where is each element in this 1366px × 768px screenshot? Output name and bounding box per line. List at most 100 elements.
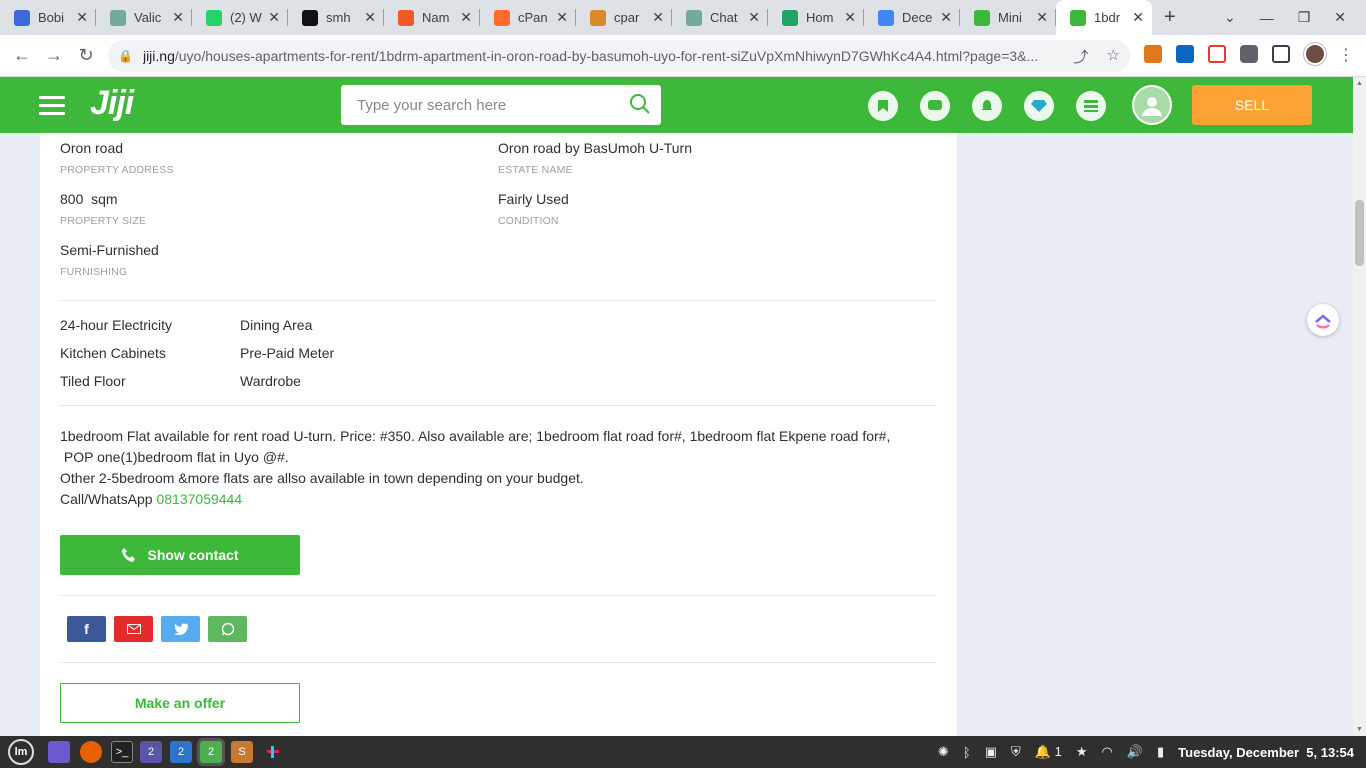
share-email-button[interactable] [114, 616, 153, 642]
tab-favicon-icon [590, 9, 606, 26]
diamond-premium-icon[interactable] [1024, 91, 1054, 121]
wifi-icon[interactable]: ◠ [1101, 744, 1112, 760]
hamburger-menu-icon[interactable] [39, 96, 65, 120]
tab-close-icon[interactable]: ✕ [1132, 9, 1144, 26]
tab-close-icon[interactable]: ✕ [556, 9, 568, 26]
tab-close-icon[interactable]: ✕ [748, 9, 760, 26]
tab-search-icon[interactable]: ⌄ [1224, 9, 1236, 26]
battery-icon[interactable]: ▮ [1157, 744, 1164, 760]
slack-icon[interactable] [262, 741, 284, 763]
tab-close-icon[interactable]: ✕ [460, 9, 472, 26]
browser-tab[interactable]: Dece ✕ [864, 0, 960, 35]
minimize-icon[interactable]: — [1260, 10, 1274, 26]
share-whatsapp-button[interactable] [208, 616, 247, 642]
divider [60, 595, 936, 596]
new-tab-icon[interactable]: + [1164, 6, 1176, 29]
bluetooth-icon[interactable]: ᛒ [963, 745, 971, 760]
shield-icon[interactable]: ⛨ [1011, 744, 1021, 760]
browser-tab[interactable]: Hom ✕ [768, 0, 864, 35]
divider [60, 405, 936, 406]
linux-mint-menu-icon[interactable]: lm [8, 739, 34, 765]
close-window-icon[interactable]: ✕ [1334, 9, 1346, 26]
browser-tab[interactable]: (2) W ✕ [192, 0, 288, 35]
address-bar[interactable]: 🔒 jiji.ng/uyo/houses-apartments-for-rent… [108, 40, 1130, 72]
messages-icon[interactable] [920, 91, 950, 121]
user-avatar[interactable] [1132, 85, 1172, 125]
maximize-icon[interactable]: ❐ [1298, 9, 1311, 26]
attribute-property-size: 800 sqm PROPERTY SIZE [60, 191, 147, 227]
puzzle-extensions-icon[interactable] [1240, 45, 1258, 63]
file-manager-icon[interactable] [48, 741, 70, 763]
scrollbar-thumb[interactable] [1355, 200, 1364, 266]
chrome-window-group[interactable]: 2 [200, 741, 222, 763]
page-content: Oron road PROPERTY ADDRESS Oron road by B… [0, 133, 1353, 736]
show-contact-button[interactable]: Show contact [60, 535, 300, 575]
os-taskbar: lm >_ 2 2 2 S ✺ ᛒ ▣ ⛨ 🔔 1 ★ ◠ 🔊 ▮ Tuesda… [0, 736, 1366, 768]
reload-icon[interactable]: ↻ [70, 45, 102, 66]
share-facebook-button[interactable]: f [67, 616, 106, 642]
scroll-up-arrow-icon[interactable]: ▲ [1356, 80, 1363, 87]
tab-close-icon[interactable]: ✕ [364, 9, 376, 26]
side-panel-icon[interactable] [1272, 45, 1290, 63]
search-input[interactable]: Type your search here [341, 85, 661, 125]
lock-icon: 🔒 [118, 49, 133, 63]
browser-tab[interactable]: smh ✕ [288, 0, 384, 35]
vscode-window-group[interactable]: 2 [170, 741, 192, 763]
extension-icon[interactable] [1176, 45, 1194, 63]
make-offer-button[interactable]: Make an offer [60, 683, 300, 723]
notifications-bell-icon[interactable] [972, 91, 1002, 121]
browser-tab[interactable]: cpar ✕ [576, 0, 672, 35]
browser-tab[interactable]: Valic ✕ [96, 0, 192, 35]
share-icon[interactable]: ⤴ [1074, 46, 1089, 67]
tab-favicon-icon [974, 9, 990, 26]
forward-icon[interactable]: → [38, 45, 70, 66]
tab-title: 1bdr [1094, 10, 1121, 25]
browser-tab[interactable]: Mini ✕ [960, 0, 1056, 35]
search-icon[interactable] [629, 93, 651, 115]
tab-title: Mini [998, 10, 1022, 25]
clock[interactable]: Tuesday, December 5, 13:54 [1178, 745, 1354, 760]
menu-icon[interactable]: ⋮ [1338, 45, 1354, 65]
tab-title: cPan [518, 10, 548, 25]
bookmark-star-icon[interactable]: ☆ [1107, 46, 1120, 67]
window-controls: ⌄ — ❐ ✕ [1224, 0, 1366, 35]
share-twitter-button[interactable] [161, 616, 200, 642]
bookmark-icon[interactable] [868, 91, 898, 121]
sublime-text-icon[interactable]: S [231, 741, 253, 763]
browser-tab[interactable]: 1bdr ✕ [1056, 0, 1152, 35]
tab-close-icon[interactable]: ✕ [268, 9, 280, 26]
browser-tab[interactable]: Bobi ✕ [0, 0, 96, 35]
scroll-down-arrow-icon[interactable]: ▼ [1356, 726, 1363, 733]
page-scrollbar[interactable]: ▲ ▼ [1353, 77, 1366, 736]
listings-icon[interactable] [1076, 91, 1106, 121]
tab-close-icon[interactable]: ✕ [172, 9, 184, 26]
clipboard-icon[interactable]: ▣ [985, 744, 997, 760]
tab-close-icon[interactable]: ✕ [844, 9, 856, 26]
notification-icon[interactable]: 🔔 1 [1035, 744, 1062, 760]
volume-icon[interactable]: 🔊 [1127, 744, 1143, 760]
browser-tab[interactable]: cPan ✕ [480, 0, 576, 35]
back-icon[interactable]: ← [6, 45, 38, 66]
tab-title: Hom [806, 10, 834, 25]
browser-tab[interactable]: Nam ✕ [384, 0, 480, 35]
tab-title: Nam [422, 10, 450, 25]
tab-close-icon[interactable]: ✕ [76, 9, 88, 26]
profile-avatar[interactable] [1304, 43, 1326, 65]
taskbar-window-group[interactable]: 2 [140, 741, 162, 763]
tab-close-icon[interactable]: ✕ [940, 9, 952, 26]
favorites-star-icon[interactable]: ★ [1076, 744, 1088, 760]
metamask-extension-icon[interactable] [1144, 45, 1162, 63]
firefox-icon[interactable] [80, 741, 102, 763]
sell-button[interactable]: SELL [1192, 85, 1312, 125]
attribute-furnishing: Semi-Furnished FURNISHING [60, 242, 159, 278]
extension-icon[interactable] [1208, 45, 1226, 63]
tab-close-icon[interactable]: ✕ [1036, 9, 1048, 26]
browser-tab[interactable]: Chat ✕ [672, 0, 768, 35]
tab-title: cpar [614, 10, 640, 25]
clickup-extension-icon[interactable] [1307, 304, 1339, 336]
jiji-logo[interactable]: Jiji [90, 84, 134, 123]
slack-tray-icon[interactable]: ✺ [938, 744, 949, 760]
tab-close-icon[interactable]: ✕ [652, 9, 664, 26]
phone-link[interactable]: 08137059444 [156, 491, 242, 507]
terminal-icon[interactable]: >_ [111, 741, 133, 763]
